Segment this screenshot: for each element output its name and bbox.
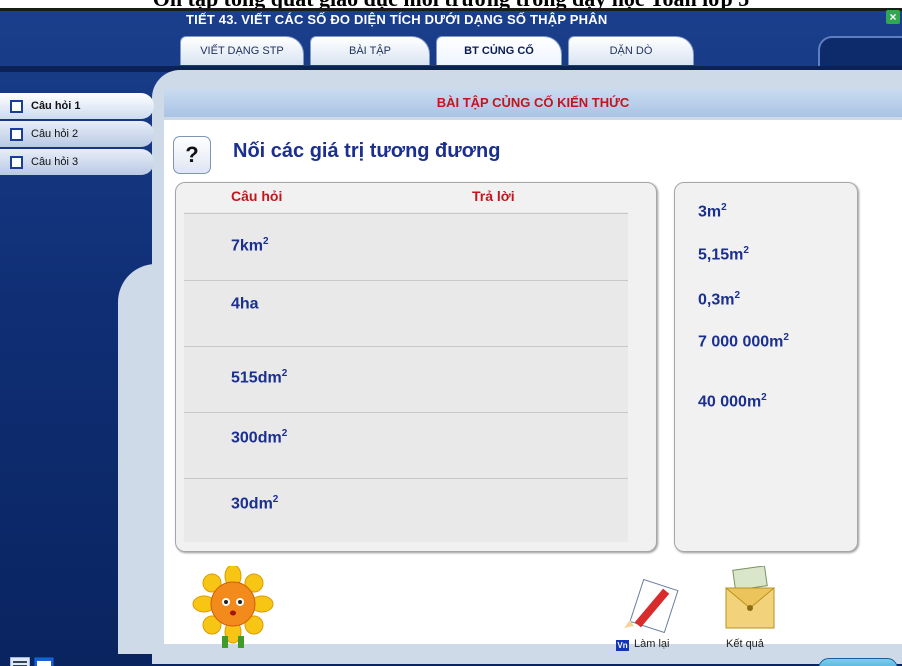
question-value: 30dm [231, 495, 273, 513]
question-value: 300dm [231, 429, 282, 447]
answer-exponent: 2 [743, 245, 749, 256]
answer-item[interactable]: 7 000 000m2 [698, 332, 789, 351]
result-label[interactable]: Kết quả [726, 638, 764, 650]
sidebar-item-cau-hoi-1[interactable]: Câu hỏi 1 [0, 93, 154, 119]
answer-value: 5,15m [698, 246, 744, 264]
sidebar-item-label: Câu hỏi 2 [31, 128, 79, 140]
question-column-header: Câu hỏi [231, 188, 283, 204]
banner-title: BÀI TẬP CỦNG CỐ KIẾN THỨC [436, 95, 630, 110]
window-icon[interactable] [33, 656, 55, 666]
question-item[interactable]: 515dm2 [231, 368, 287, 387]
frame-top-border [0, 8, 902, 11]
answer-item[interactable]: 0,3m2 [698, 290, 740, 309]
tab-empty [818, 36, 902, 68]
question-heading: Nối các giá trị tương đương [233, 140, 501, 162]
question-item[interactable]: 300dm2 [231, 428, 287, 447]
answer-value: 3m [698, 203, 722, 221]
tab-bt-cung-co[interactable]: BT CỦNG CỐ [436, 36, 562, 65]
question-exponent: 2 [272, 494, 279, 505]
sidebar-item-label: Câu hỏi 3 [31, 156, 79, 168]
row-divider [184, 346, 628, 347]
tab-dan-do[interactable]: DẶN DÒ [568, 36, 694, 65]
slide-title: Ôn tập tổng quát giáo dục môi trường tro… [0, 0, 902, 8]
answer-value: 0,3m [698, 291, 735, 309]
question-exponent: 2 [281, 368, 288, 379]
sunflower-mascot-icon [190, 564, 276, 648]
checkbox-icon [10, 99, 23, 113]
result-button[interactable] [720, 565, 780, 629]
row-divider [184, 280, 628, 281]
answer-exponent: 2 [734, 290, 741, 301]
section-banner: BÀI TẬP CỦNG CỐ KIẾN THỨC [164, 89, 902, 117]
checkbox-icon [10, 127, 23, 141]
answer-exponent: 2 [761, 392, 767, 403]
answer-item[interactable]: 3m2 [698, 202, 727, 221]
tab-viet-dang-stp[interactable]: VIẾT DẠNG STP [180, 36, 304, 65]
answer-item[interactable]: 5,15m2 [698, 245, 749, 264]
question-mark-icon: ? [173, 136, 211, 174]
answer-value: 7 000 000m [698, 333, 784, 351]
answer-box [674, 182, 858, 552]
checkbox-icon [10, 155, 23, 169]
redo-label[interactable]: Làm lại [634, 638, 669, 650]
question-exponent: 2 [263, 236, 269, 247]
sidebar-item-cau-hoi-2[interactable]: Câu hỏi 2 [0, 121, 154, 147]
list-view-icon[interactable] [9, 656, 31, 666]
answer-exponent: 2 [783, 332, 789, 343]
question-value: 515dm [231, 369, 282, 387]
vn-badge: Vn [616, 640, 629, 651]
redo-button[interactable] [622, 578, 682, 638]
answer-value: 40 000m [698, 393, 762, 411]
bottom-bar [160, 650, 820, 664]
tab-bai-tap[interactable]: BÀI TẬP [310, 36, 430, 65]
answer-column-header: Trả lời [472, 188, 515, 204]
lesson-title: TIẾT 43. VIẾT CÁC SỐ ĐO DIỆN TÍCH DƯỚI D… [186, 12, 608, 27]
question-value: 7km [231, 237, 264, 255]
row-divider [184, 478, 628, 479]
navigation-control: ◁ ▷ [818, 658, 898, 666]
sidebar-item-cau-hoi-3[interactable]: Câu hỏi 3 [0, 149, 154, 175]
close-icon[interactable]: × [886, 10, 900, 24]
answer-exponent: 2 [721, 202, 727, 213]
question-value: 4ha [231, 295, 259, 313]
row-divider [184, 213, 628, 214]
sidebar-item-label: Câu hỏi 1 [31, 100, 81, 112]
question-item[interactable]: 4ha [231, 294, 259, 313]
question-exponent: 2 [281, 428, 288, 439]
row-divider [184, 412, 628, 413]
question-item[interactable]: 7km2 [231, 236, 269, 255]
answer-item[interactable]: 40 000m2 [698, 392, 767, 411]
question-item[interactable]: 30dm2 [231, 494, 278, 513]
